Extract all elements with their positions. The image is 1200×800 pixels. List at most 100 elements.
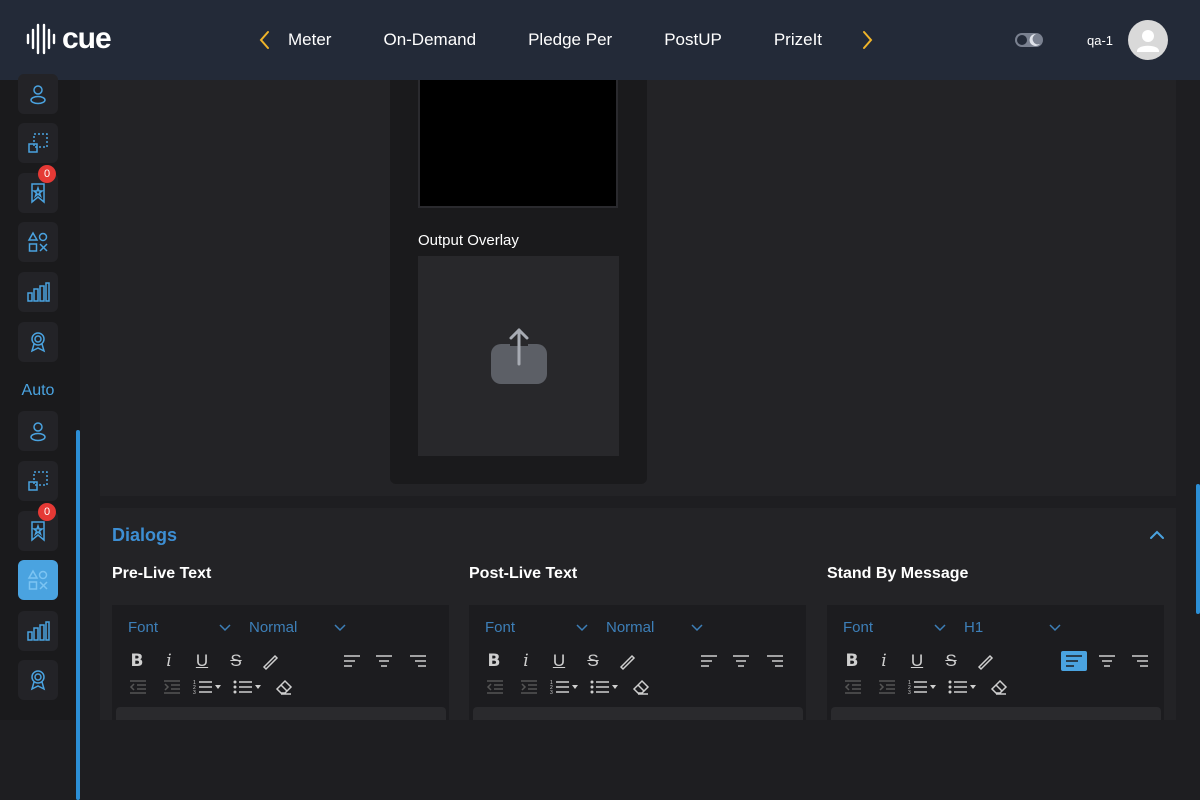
sidebar-item-crop[interactable] [18,123,58,163]
bar-chart-icon [27,282,50,302]
ordered-list-icon[interactable]: 123 [549,677,581,697]
outdent-icon[interactable] [485,677,505,697]
bold-icon[interactable]: B [487,651,501,671]
strikethrough-icon[interactable]: S [943,651,959,671]
highlighter-icon[interactable] [617,651,637,671]
chevron-down-icon [576,623,588,631]
nav-item-postup[interactable]: PostUP [664,30,722,50]
pre-live-text-area[interactable] [116,707,446,720]
award-icon [30,670,46,691]
indent-icon[interactable] [162,677,182,697]
font-select[interactable]: Font [128,619,249,636]
size-select[interactable]: H1 [964,619,1074,636]
sidebar-item-bookmarks[interactable]: 0 [18,165,58,213]
italic-icon[interactable]: i [162,651,176,671]
theme-toggle-icon[interactable] [1014,30,1044,50]
avatar[interactable] [1128,20,1168,60]
align-left-icon-active[interactable] [1061,651,1087,671]
sidebar-item-user-auto[interactable] [18,411,58,451]
align-right-icon[interactable] [408,651,428,671]
post-live-text-title: Post-Live Text [469,565,578,582]
align-right-icon[interactable] [765,651,785,671]
ordered-list-icon[interactable]: 123 [907,677,939,697]
underline-icon[interactable]: U [194,651,210,671]
align-right-icon[interactable] [1130,651,1150,671]
clear-format-eraser-icon[interactable] [989,677,1009,697]
align-center-icon[interactable] [1097,651,1117,671]
sidebar-item-analytics-auto[interactable] [18,611,58,651]
sidebar-item-awards-auto[interactable] [18,660,58,700]
editor-toolbar-selects: Font H1 [843,619,1074,636]
outdent-icon[interactable] [843,677,863,697]
underline-icon[interactable]: U [909,651,925,671]
nav-item-meter[interactable]: Meter [288,30,331,50]
sidebar-scrollbar[interactable] [76,430,80,800]
pre-live-text-title: Pre-Live Text [112,565,212,582]
editor-toolbar-selects: Font Normal [485,619,716,636]
post-live-text-area[interactable] [473,707,803,720]
overlay-panel: Output Overlay [100,80,1176,496]
user-name[interactable]: qa-1 [1087,33,1113,48]
pre-live-text-editor: Font Normal B i U S 123 [112,605,449,720]
size-select[interactable]: Normal [249,619,359,636]
align-center-icon[interactable] [731,651,751,671]
strikethrough-icon[interactable]: S [228,651,244,671]
italic-icon[interactable]: i [877,651,891,671]
collapse-chevron-up-icon[interactable] [1148,528,1166,542]
sidebar-item-awards[interactable] [18,322,58,362]
output-overlay-upload[interactable] [418,256,619,456]
clear-format-eraser-icon[interactable] [274,677,294,697]
sidebar-item-user[interactable] [18,74,58,114]
outdent-icon[interactable] [128,677,148,697]
chevron-down-icon [934,623,946,631]
sidebar-item-shapes[interactable] [18,222,58,262]
stand-by-message-title: Stand By Message [827,565,969,582]
editor-format-toolbar: B i U S [487,651,792,671]
font-select[interactable]: Font [485,619,606,636]
nav-item-pledge-per[interactable]: Pledge Per [528,30,612,50]
bullet-list-icon[interactable] [947,677,979,697]
underline-icon[interactable]: U [551,651,567,671]
bold-icon[interactable]: B [130,651,144,671]
size-select[interactable]: Normal [606,619,716,636]
product-nav: Meter On-Demand Pledge Per PostUP PrizeI… [288,30,822,50]
main-scrollbar[interactable] [1196,484,1200,614]
highlighter-icon[interactable] [975,651,995,671]
align-center-icon[interactable] [374,651,394,671]
editor-format-toolbar: B i U S [130,651,435,671]
ordered-list-icon[interactable]: 123 [192,677,224,697]
nav-next-chevron-icon[interactable] [855,26,879,54]
chevron-down-icon [691,623,703,631]
editor-list-toolbar: 123 [128,677,328,697]
highlighter-icon[interactable] [260,651,280,671]
bullet-list-icon[interactable] [232,677,264,697]
clear-format-eraser-icon[interactable] [631,677,651,697]
user-icon [30,422,46,442]
sidebar-item-shapes-auto-active[interactable] [18,560,58,600]
font-select-value: Font [128,619,159,636]
output-overlay-label: Output Overlay [418,232,519,249]
sidebar-item-crop-auto[interactable] [18,461,58,501]
cue-logo[interactable]: cue [24,22,112,56]
sidebar-item-bookmarks-auto[interactable]: 0 [18,503,58,551]
indent-icon[interactable] [877,677,897,697]
italic-icon[interactable]: i [519,651,533,671]
nav-prev-chevron-icon[interactable] [253,26,277,54]
nav-item-prizeit[interactable]: PrizeIt [774,30,822,50]
output-card: Output Overlay [390,80,647,484]
strikethrough-icon[interactable]: S [585,651,601,671]
bullet-list-icon[interactable] [589,677,621,697]
font-select[interactable]: Font [843,619,964,636]
editor-list-toolbar: 123 [485,677,685,697]
shapes-icon [27,569,48,590]
sidebar-item-analytics[interactable] [18,272,58,312]
editor-list-toolbar: 123 [843,677,1043,697]
indent-icon[interactable] [519,677,539,697]
align-left-icon[interactable] [342,651,362,671]
nav-item-on-demand[interactable]: On-Demand [383,30,476,50]
stand-by-message-area[interactable] [831,707,1161,720]
shapes-icon [27,231,48,252]
bold-icon[interactable]: B [845,651,859,671]
font-select-value: Font [843,619,874,636]
align-left-icon[interactable] [699,651,719,671]
